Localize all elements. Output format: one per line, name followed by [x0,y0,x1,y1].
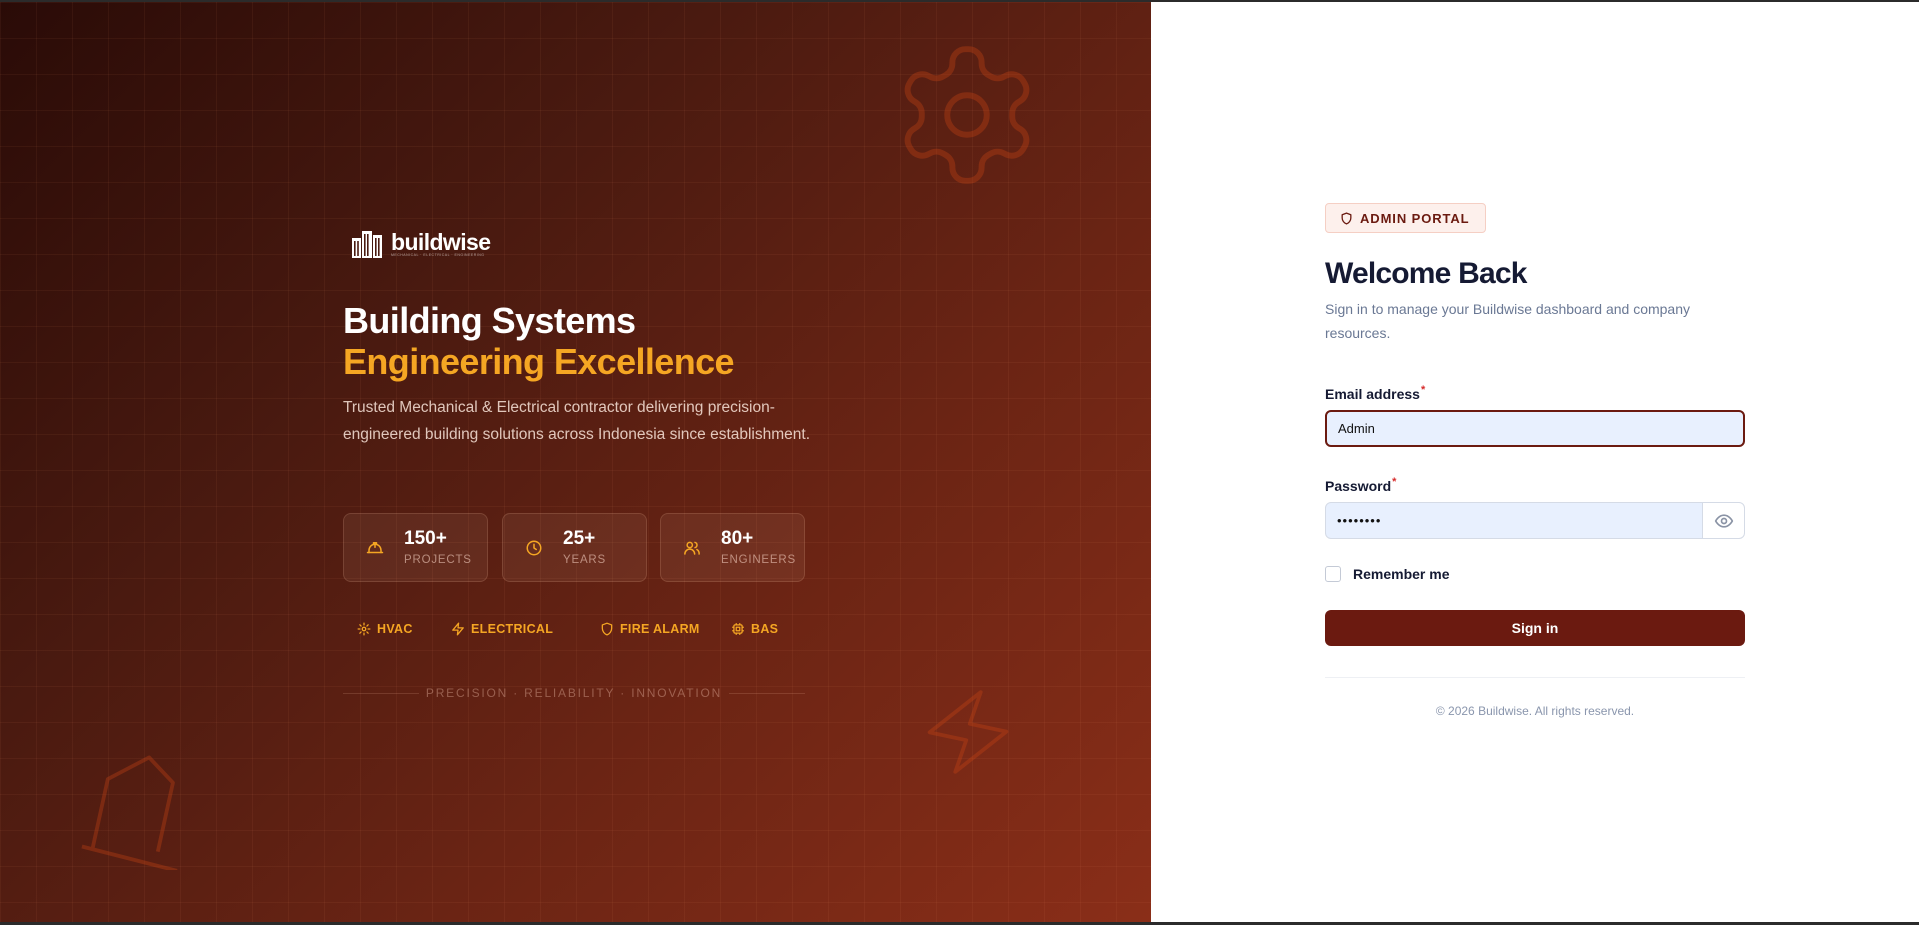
users-icon [684,541,700,555]
logo-wordmark: buildwise [391,229,491,255]
hero-content: buildwise MECHANICAL · ELECTRICAL · ENGI… [343,222,823,700]
service-tags: HVAC ELECTRICAL FIRE ALARM BAS [357,619,837,639]
headline-line-2: Engineering Excellence [343,341,735,382]
admin-portal-badge: ADMIN PORTAL [1325,203,1486,233]
stat-label: ENGINEERS [721,554,796,566]
stat-label: YEARS [563,554,606,566]
headline-line-1: Building Systems [343,300,636,341]
tag-label: HVAC [377,622,413,636]
stat-value: 150+ [404,528,447,549]
tag-fire-alarm: FIRE ALARM [600,619,700,639]
clock-icon [526,540,542,556]
form-divider [1325,677,1745,678]
badge-label: ADMIN PORTAL [1360,210,1470,226]
hero-description: Trusted Mechanical & Electrical contract… [343,399,811,443]
gear-icon [357,622,371,636]
remember-me-checkbox[interactable] [1325,566,1341,582]
tagline-row: PRECISION · RELIABILITY · INNOVATION [343,685,805,701]
stat-value: 25+ [563,528,596,549]
eye-icon [1714,513,1733,528]
lightning-icon [452,622,464,636]
copyright-text: © 2026 Buildwise. All rights reserved. [1435,704,1635,718]
page-title: Welcome Back [1325,257,1527,290]
remember-me-row[interactable]: Remember me [1325,566,1450,582]
login-panel: ADMIN PORTAL Welcome Back Sign in to man… [1151,2,1919,922]
email-label: Email address* [1325,381,1425,403]
stat-value: 80+ [721,528,754,549]
tag-label: FIRE ALARM [620,622,700,636]
tag-bas: BAS [731,619,778,639]
tag-label: ELECTRICAL [471,622,554,636]
required-indicator: * [1420,384,1426,396]
hero-panel: buildwise MECHANICAL · ELECTRICAL · ENGI… [0,2,1151,922]
stat-card-projects: 150+ PROJECTS [343,513,488,582]
hard-hat-icon [366,542,384,554]
password-label-text: Password [1325,478,1392,494]
gear-icon [904,46,1030,184]
stat-label: PROJECTS [404,554,472,566]
stat-card-years: 25+ YEARS [502,513,647,582]
brand-logo: buildwise MECHANICAL · ELECTRICAL · ENGI… [351,222,823,258]
shield-icon [1341,211,1352,225]
logo-tagline: MECHANICAL · ELECTRICAL · ENGINEERING [391,253,485,257]
tagline-divider-right [729,693,805,694]
stat-card-engineers: 80+ ENGINEERS [660,513,805,582]
tag-electrical: ELECTRICAL [451,619,553,639]
email-label-text: Email address [1325,386,1420,402]
sign-in-button[interactable]: Sign in [1325,610,1745,646]
required-indicator: * [1392,476,1397,488]
lightning-icon [927,690,1009,774]
email-field[interactable] [1325,410,1745,447]
remember-me-label[interactable]: Remember me [1353,566,1450,582]
password-field[interactable] [1325,502,1703,539]
cpu-icon [732,623,744,635]
password-label: Password* [1325,473,1396,495]
toggle-password-visibility-button[interactable] [1702,502,1745,539]
page-subtitle: Sign in to manage your Buildwise dashboa… [1325,301,1691,341]
stats-row: 150+ PROJECTS 25+ YEARS 80+ ENGINEERS [343,513,818,584]
tag-hvac: HVAC [357,619,413,639]
hero-headline: Building Systems Engineering Excellence [343,300,823,382]
house-outline-icon [81,755,178,870]
buildings-logo-icon [352,231,382,258]
shield-icon [601,622,613,636]
tag-label: BAS [751,622,779,636]
